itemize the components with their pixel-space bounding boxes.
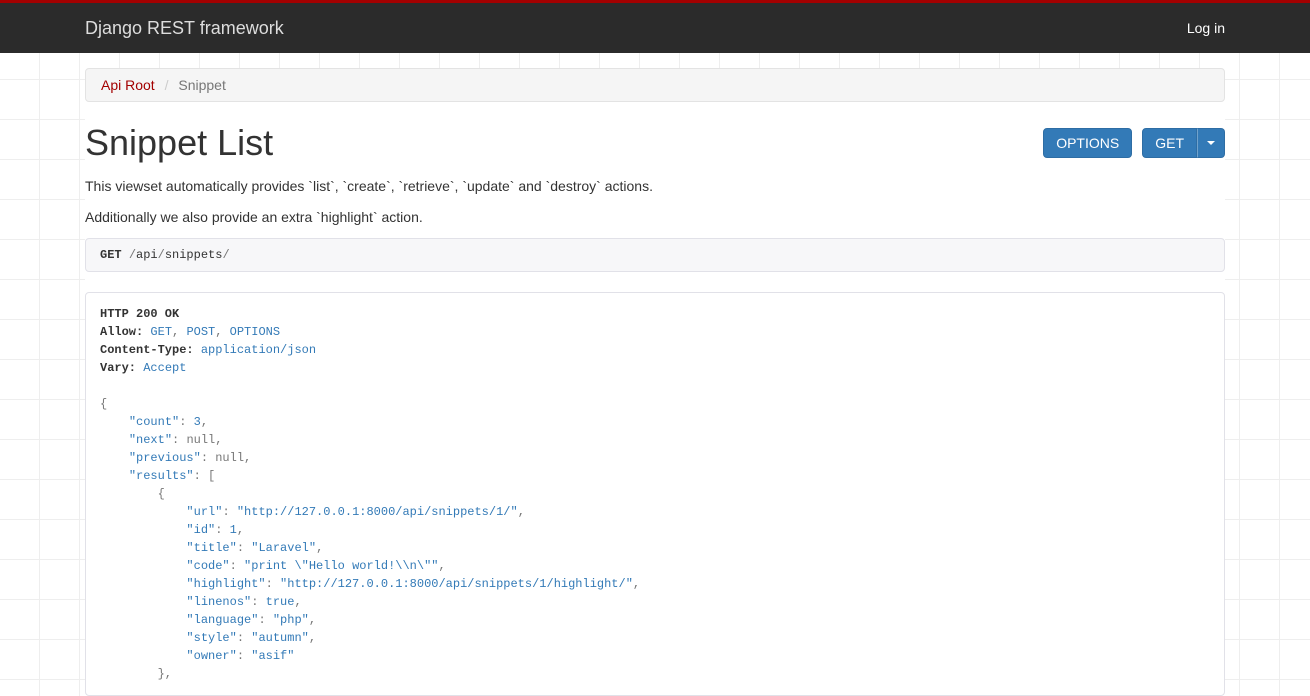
login-link[interactable]: Log in	[1187, 20, 1225, 36]
breadcrumb-separator: /	[159, 77, 175, 93]
allow-header-label: Allow:	[100, 325, 143, 339]
brand-title[interactable]: Django REST framework	[85, 18, 284, 39]
get-button-group: GET	[1142, 128, 1225, 158]
description-line-1: This viewset automatically provides `lis…	[85, 176, 1225, 197]
vary-header-label: Vary:	[100, 361, 136, 375]
description-line-2: Additionally we also provide an extra `h…	[85, 207, 1225, 228]
topbar: Django REST framework Log in	[0, 0, 1310, 53]
main-container: Api Root / Snippet Snippet List OPTIONS …	[85, 68, 1225, 696]
response-panel: HTTP 200 OK Allow: GET, POST, OPTIONS Co…	[85, 292, 1225, 696]
action-buttons: OPTIONS GET	[1043, 128, 1225, 158]
breadcrumb: Api Root / Snippet	[85, 68, 1225, 102]
breadcrumb-current: Snippet	[178, 77, 225, 93]
request-method: GET	[100, 248, 122, 262]
get-dropdown-toggle[interactable]	[1197, 128, 1225, 158]
page-title: Snippet List	[85, 122, 273, 164]
content-type-label: Content-Type:	[100, 343, 194, 357]
page-description: This viewset automatically provides `lis…	[85, 176, 1225, 228]
page-header-row: Snippet List OPTIONS GET	[85, 122, 1225, 164]
response-status: HTTP 200 OK	[100, 307, 179, 321]
request-info: GET /api/snippets/	[85, 238, 1225, 272]
request-path: /api/snippets/	[129, 248, 230, 262]
breadcrumb-root[interactable]: Api Root	[101, 77, 155, 93]
get-button[interactable]: GET	[1142, 128, 1197, 158]
options-button[interactable]: OPTIONS	[1043, 128, 1132, 158]
chevron-down-icon	[1207, 141, 1215, 145]
